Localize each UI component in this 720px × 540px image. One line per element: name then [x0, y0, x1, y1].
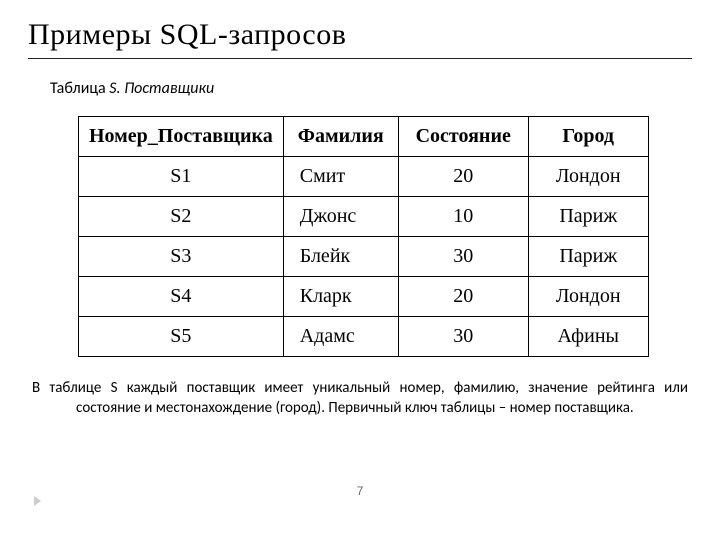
table-row: S4 Кларк 20 Лондон	[79, 277, 649, 317]
caption-prefix: Таблица	[50, 79, 109, 98]
cell-state: 20	[398, 277, 528, 317]
cell-fam: Адамс	[283, 317, 398, 357]
cell-id: S3	[79, 237, 284, 277]
col-header: Номер_Поставщика	[79, 117, 284, 157]
cell-state: 20	[398, 157, 528, 197]
cell-city: Афины	[528, 317, 648, 357]
table-row: S2 Джонс 10 Париж	[79, 197, 649, 237]
title-divider	[28, 58, 692, 59]
cell-fam: Блейк	[283, 237, 398, 277]
page-number: 7	[0, 484, 720, 498]
cell-state: 30	[398, 317, 528, 357]
cell-city: Париж	[528, 197, 648, 237]
footer-description: В таблице S каждый поставщик имеет уника…	[32, 379, 688, 418]
triangle-icon	[34, 496, 41, 506]
cell-id: S1	[79, 157, 284, 197]
table-row: S1 Смит 20 Лондон	[79, 157, 649, 197]
cell-state: 30	[398, 237, 528, 277]
cell-fam: Джонс	[283, 197, 398, 237]
cell-fam: Кларк	[283, 277, 398, 317]
col-header: Состояние	[398, 117, 528, 157]
cell-fam: Смит	[283, 157, 398, 197]
col-header: Город	[528, 117, 648, 157]
footer-text: В таблице S каждый поставщик имеет уника…	[32, 379, 688, 418]
cell-city: Лондон	[528, 157, 648, 197]
cell-id: S4	[79, 277, 284, 317]
page-title: Примеры SQL-запросов	[28, 18, 692, 52]
caption-code: S	[109, 79, 116, 98]
suppliers-table: Номер_Поставщика Фамилия Состояние Город…	[78, 116, 649, 357]
cell-id: S5	[79, 317, 284, 357]
cell-id: S2	[79, 197, 284, 237]
cell-city: Париж	[528, 237, 648, 277]
table-header-row: Номер_Поставщика Фамилия Состояние Город	[79, 117, 649, 157]
table-row: S3 Блейк 30 Париж	[79, 237, 649, 277]
col-header: Фамилия	[283, 117, 398, 157]
slide: Примеры SQL-запросов Таблица S. Поставщи…	[0, 0, 720, 540]
cell-city: Лондон	[528, 277, 648, 317]
table-row: S5 Адамс 30 Афины	[79, 317, 649, 357]
caption-suffix: . Поставщики	[117, 79, 215, 98]
cell-state: 10	[398, 197, 528, 237]
table-caption: Таблица S. Поставщики	[50, 79, 692, 98]
